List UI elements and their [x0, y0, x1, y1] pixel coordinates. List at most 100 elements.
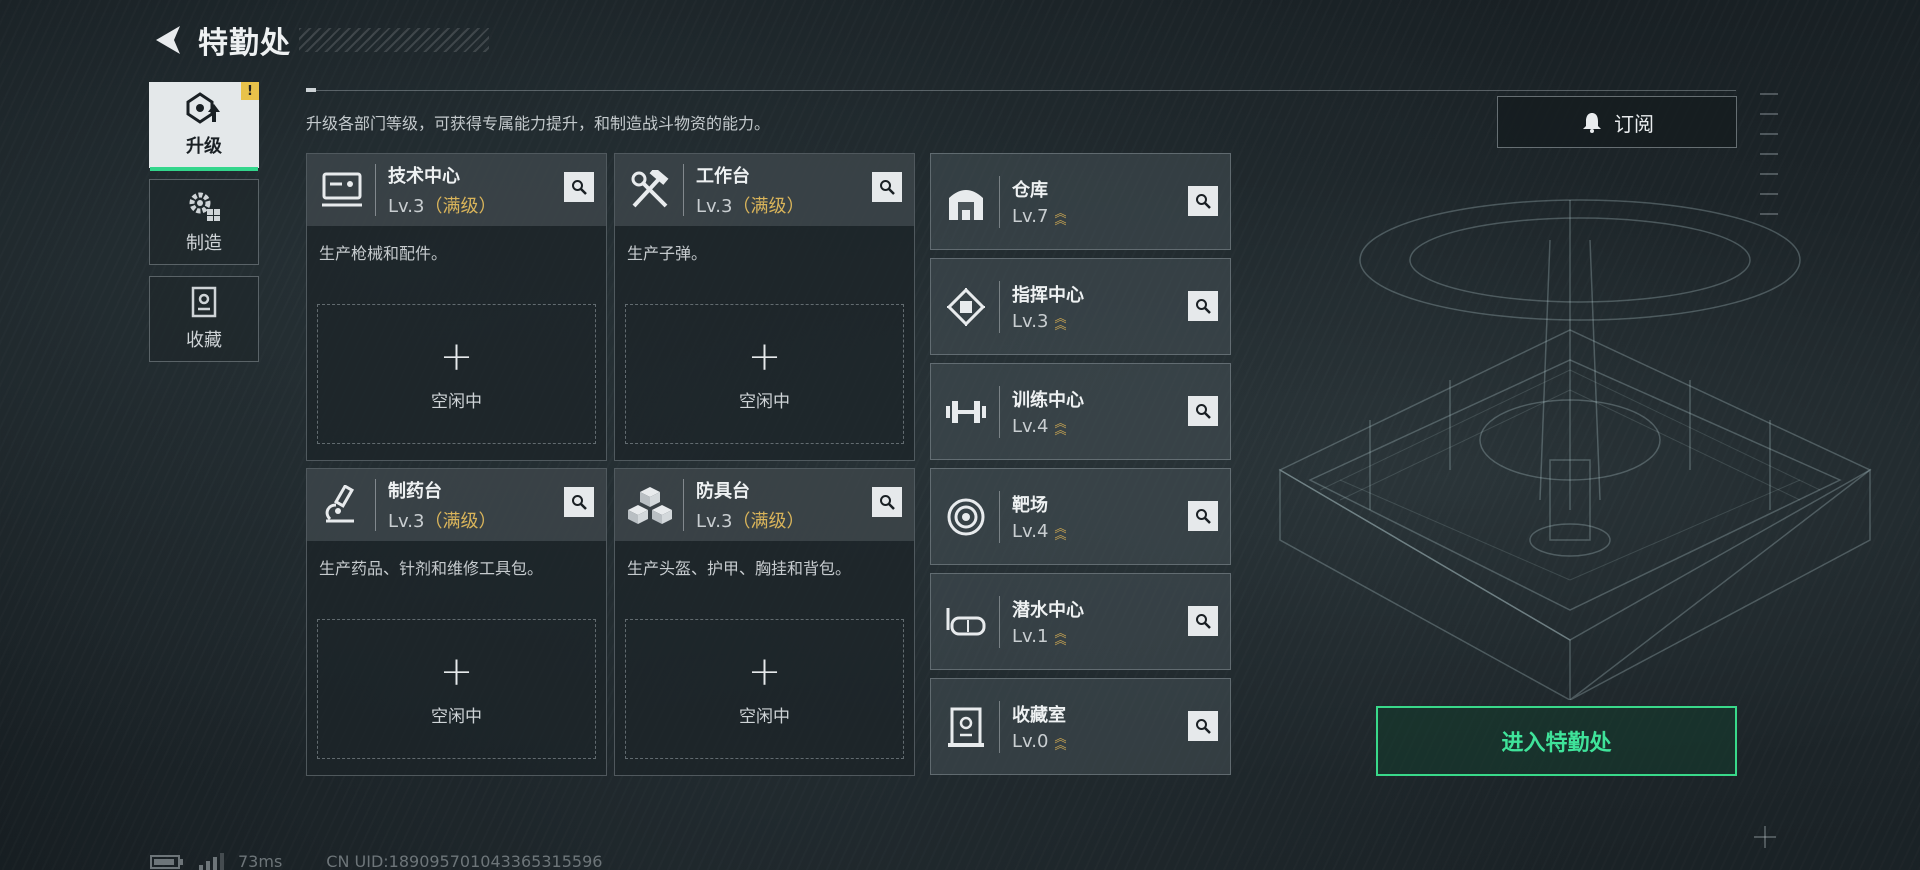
search-icon — [1196, 194, 1211, 209]
divider — [683, 479, 684, 531]
diving-mask-icon — [939, 595, 993, 649]
details-button[interactable] — [1188, 186, 1218, 216]
facility-command-center[interactable]: 指挥中心 Lv.3 ︽ ︽ — [930, 258, 1231, 355]
workshop-description: 生产枪械和配件。 — [319, 244, 448, 263]
search-icon — [1196, 614, 1211, 629]
details-button[interactable] — [1188, 606, 1218, 636]
nav-item-craft[interactable]: 制造 — [149, 179, 259, 265]
slot-status: 空闲中 — [739, 706, 790, 727]
search-icon — [1196, 299, 1211, 314]
level-value: Lv.4 — [1012, 521, 1049, 542]
details-button[interactable] — [1188, 501, 1218, 531]
facility-name: 仓库 — [1012, 180, 1048, 201]
slot-status: 空闲中 — [431, 706, 482, 727]
details-button[interactable] — [1188, 291, 1218, 321]
workshop-name: 防具台 — [696, 481, 750, 502]
level-value: Lv.3 — [388, 196, 425, 217]
page-header: 特勤处 — [150, 20, 489, 61]
facility-shooting-range[interactable]: 靶场 Lv.4 ︽ ︽ — [930, 468, 1231, 565]
facility-diving-center[interactable]: 潜水中心 Lv.1 ︽ ︽ — [930, 573, 1231, 670]
workshop-card-armor[interactable]: 防具台 Lv.3（满级） 生产头盔、护甲、胸挂和背包。 + 空闲中 — [614, 468, 915, 776]
crosshair-mark — [1754, 826, 1776, 848]
workshop-name: 工作台 — [696, 166, 750, 187]
collection-icon — [191, 286, 217, 318]
card-header: 工作台 Lv.3（满级） — [615, 154, 914, 226]
bell-icon — [1583, 113, 1601, 133]
level-value: Lv.3 — [388, 511, 425, 532]
divider — [999, 280, 1000, 333]
workshop-level: Lv.3（满级） — [696, 192, 804, 218]
title-decoration — [299, 28, 489, 52]
nav-label: 升级 — [186, 136, 222, 157]
status-bar: 73ms CN UID:1890957010433653155​96 — [150, 852, 602, 870]
workshop-level: Lv.3（满级） — [388, 507, 496, 533]
nav-label: 制造 — [186, 233, 222, 254]
search-icon — [1196, 509, 1211, 524]
tech-terminal-icon — [315, 163, 369, 217]
workshop-card-pharmacy[interactable]: 制药台 Lv.3（满级） 生产药品、针剂和维修工具包。 + 空闲中 — [306, 468, 607, 776]
details-button[interactable] — [564, 172, 594, 202]
level-value: Lv.3 — [696, 511, 733, 532]
subscribe-button[interactable]: 订阅 — [1497, 96, 1737, 148]
upgrade-chevron-icon: ︽ ︽ — [1054, 205, 1067, 227]
battery-icon — [150, 854, 183, 869]
facility-training-center[interactable]: 训练中心 Lv.4 ︽ ︽ — [930, 363, 1231, 460]
workshop-description: 生产子弹。 — [627, 244, 708, 263]
workshop-level: Lv.3（满级） — [388, 192, 496, 218]
details-button[interactable] — [872, 172, 902, 202]
search-icon — [880, 495, 895, 510]
page-description: 升级各部门等级，可获得专属能力提升，和制造战斗物资的能力。 — [306, 114, 771, 133]
details-button[interactable] — [1188, 711, 1218, 741]
page-title: 特勤处 — [198, 26, 291, 61]
user-uid: CN UID:1890957010433653155​96 — [326, 852, 603, 870]
upgrade-chevron-icon: ︽ ︽ — [1054, 625, 1067, 647]
gear-icon — [189, 192, 220, 221]
details-button[interactable] — [564, 487, 594, 517]
production-slot[interactable]: + 空闲中 — [625, 619, 904, 759]
divider — [999, 700, 1000, 753]
facility-level: Lv.4 ︽ ︽ — [1012, 521, 1066, 542]
facility-name: 潜水中心 — [1012, 600, 1084, 621]
production-slot[interactable]: + 空闲中 — [625, 304, 904, 444]
back-arrow-icon — [156, 26, 180, 54]
workshop-level: Lv.3（满级） — [696, 507, 804, 533]
enter-special-ops-button[interactable]: 进入特勤处 — [1376, 706, 1737, 776]
workshop-card-workbench[interactable]: 工作台 Lv.3（满级） 生产子弹。 + 空闲中 — [614, 153, 915, 461]
details-button[interactable] — [1188, 396, 1218, 426]
facility-name: 收藏室 — [1012, 705, 1066, 726]
base-illustration — [1278, 199, 1872, 700]
workshop-name: 技术中心 — [388, 166, 460, 187]
facility-name: 指挥中心 — [1012, 285, 1084, 306]
upgrade-icon — [186, 92, 220, 124]
divider — [375, 164, 376, 216]
divider — [999, 385, 1000, 438]
facility-name: 靶场 — [1012, 495, 1048, 516]
back-button[interactable] — [150, 23, 184, 57]
details-button[interactable] — [872, 487, 902, 517]
level-value: Lv.0 — [1012, 731, 1049, 752]
signal-icon — [199, 852, 224, 870]
facility-collection-room[interactable]: 收藏室 Lv.0 ︽ ︽ — [930, 678, 1231, 775]
nav-item-upgrade[interactable]: ! 升级 — [149, 82, 259, 171]
facility-warehouse[interactable]: 仓库 Lv.7 ︽ ︽ — [930, 153, 1231, 250]
subscribe-label: 订阅 — [1614, 111, 1654, 136]
divider — [999, 490, 1000, 543]
facility-level: Lv.0 ︽ ︽ — [1012, 731, 1066, 752]
divider — [683, 164, 684, 216]
plus-icon: + — [439, 333, 474, 380]
divider — [375, 479, 376, 531]
nav-item-collection[interactable]: 收藏 — [149, 276, 259, 362]
upgrade-chevron-icon: ︽ ︽ — [1054, 415, 1067, 437]
production-slot[interactable]: + 空闲中 — [317, 304, 596, 444]
workshop-card-tech-center[interactable]: 技术中心 Lv.3（满级） 生产枪械和配件。 + 空闲中 — [306, 153, 607, 461]
workshop-description: 生产药品、针剂和维修工具包。 — [319, 559, 544, 578]
armor-icon — [623, 478, 677, 532]
decoration-lines — [1760, 93, 1778, 215]
facility-level: Lv.1 ︽ ︽ — [1012, 626, 1084, 647]
max-level-tag: （满级） — [732, 196, 805, 217]
enter-label: 进入特勤处 — [1501, 731, 1612, 756]
production-slot[interactable]: + 空闲中 — [317, 619, 596, 759]
level-value: Lv.3 — [696, 196, 733, 217]
level-value: Lv.3 — [1012, 311, 1049, 332]
max-level-tag: （满级） — [424, 511, 497, 532]
